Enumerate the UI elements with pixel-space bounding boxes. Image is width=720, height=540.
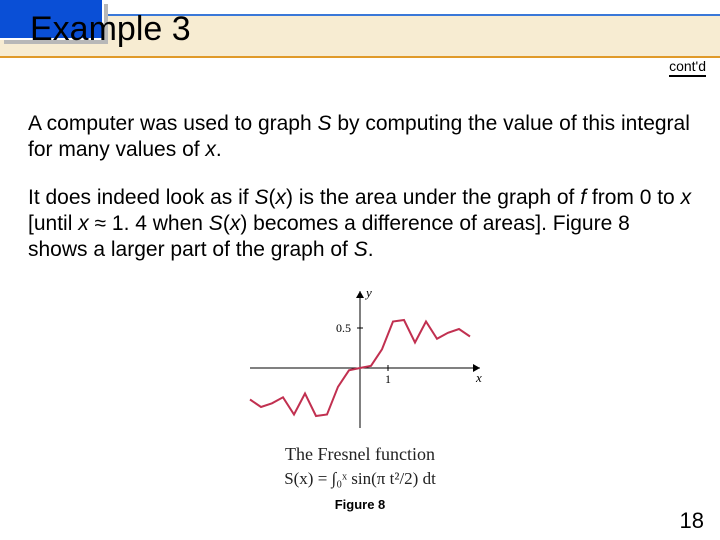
contd-label: cont'd xyxy=(669,58,706,77)
y-tick: 0.5 xyxy=(336,321,351,335)
page-title: Example 3 xyxy=(30,10,191,49)
var-S: S xyxy=(354,238,368,261)
text: . xyxy=(368,238,374,261)
figure-formula: S(x) = ∫₀ˣ sin(π t²/2) dt xyxy=(210,469,510,489)
text: ( xyxy=(269,186,276,209)
var-S: S xyxy=(318,112,332,135)
x-tick: 1 xyxy=(385,372,391,386)
figure-label: Figure 8 xyxy=(210,497,510,512)
text: ) is the area under the graph of xyxy=(286,186,580,209)
paragraph-2: It does indeed look as if S(x) is the ar… xyxy=(28,185,692,264)
var-x: x xyxy=(276,186,287,209)
x-axis-label: x xyxy=(475,370,482,385)
text: from 0 to xyxy=(586,186,681,209)
y-axis-label: y xyxy=(364,285,372,300)
figure-wrap: 0.5 1 y x The Fresnel function S(x) = ∫₀… xyxy=(210,283,510,512)
text: . xyxy=(216,138,222,161)
page-number: 18 xyxy=(680,508,704,534)
text: It does indeed look as if xyxy=(28,186,254,209)
var-x: x xyxy=(205,138,216,161)
var-x: x xyxy=(681,186,692,209)
var-S: S xyxy=(209,212,223,235)
paragraph-1: A computer was used to graph S by comput… xyxy=(28,111,692,164)
text: ≈ 1. 4 when xyxy=(89,212,209,235)
body: A computer was used to graph S by comput… xyxy=(0,62,720,512)
var-x: x xyxy=(78,212,89,235)
fresnel-plot: 0.5 1 y x xyxy=(230,283,490,433)
var-x: x xyxy=(230,212,241,235)
var-S: S xyxy=(254,186,268,209)
header-band: Example 3 cont'd xyxy=(0,0,720,62)
figure-title: The Fresnel function xyxy=(210,444,510,465)
text: ( xyxy=(223,212,230,235)
text: A computer was used to graph xyxy=(28,112,318,135)
text: [until xyxy=(28,212,78,235)
